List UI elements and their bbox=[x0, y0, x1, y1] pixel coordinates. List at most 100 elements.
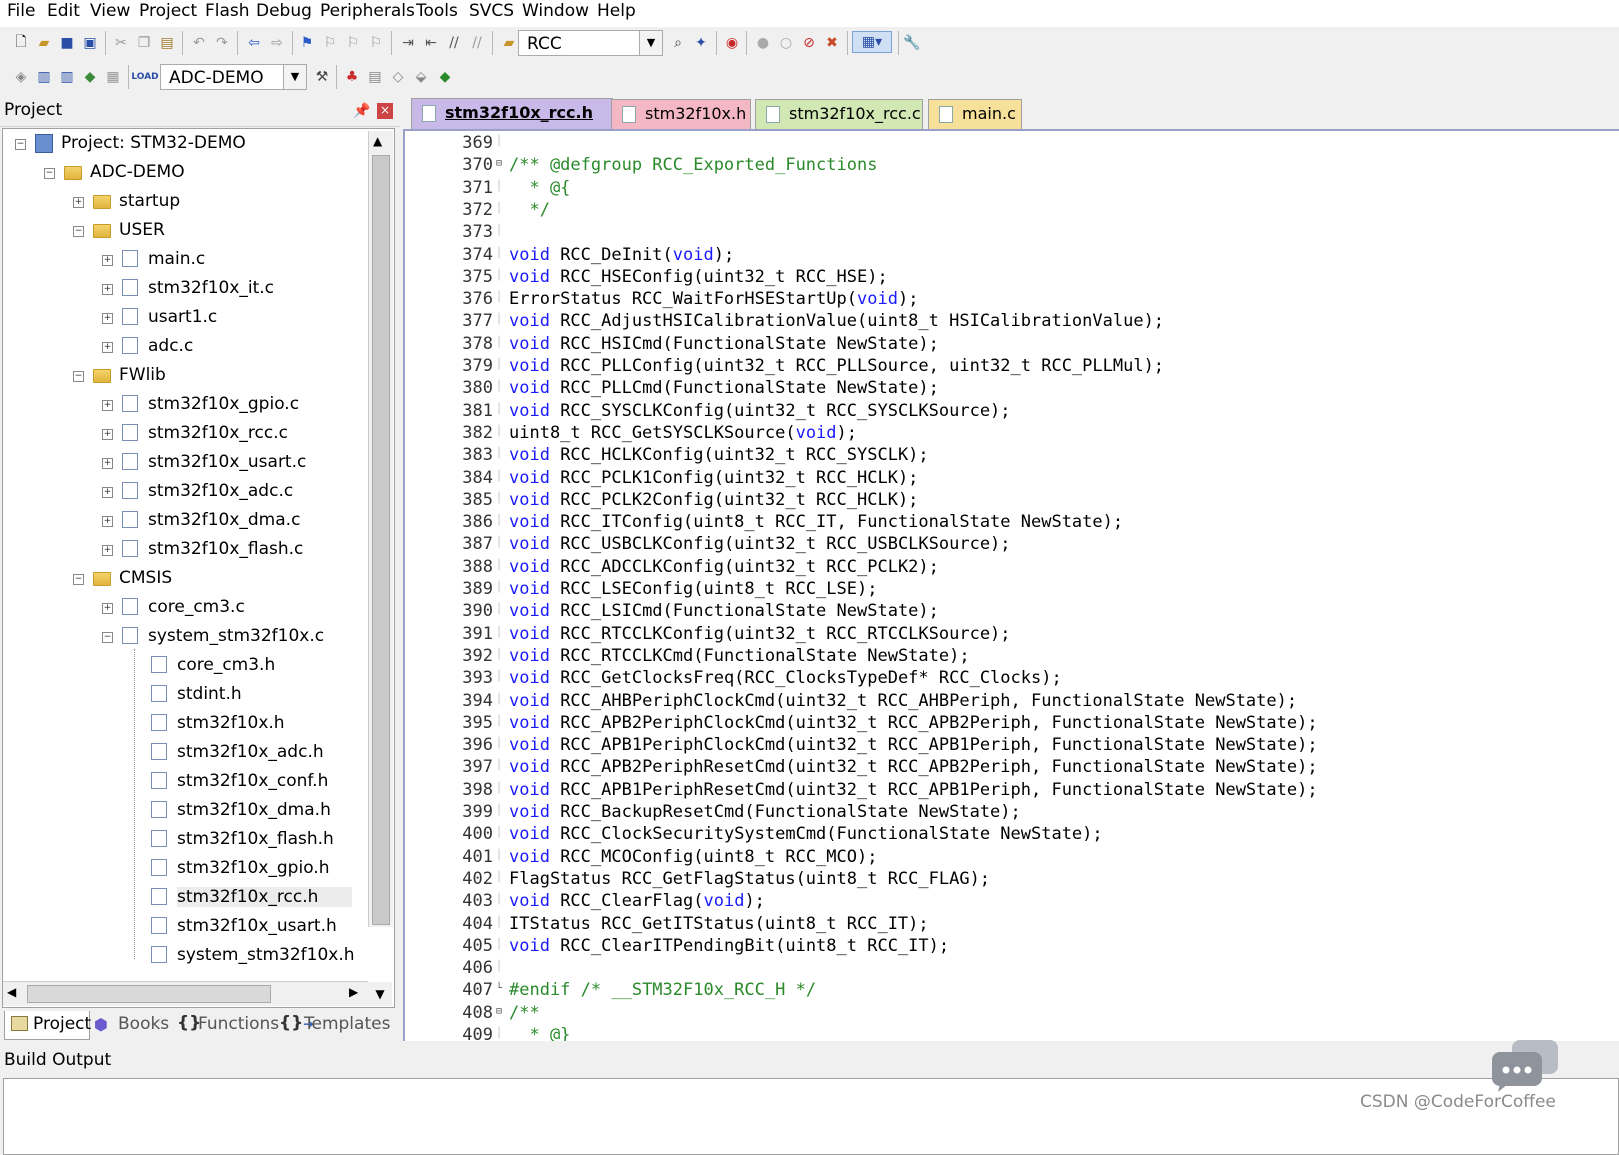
find-icon[interactable]: ⌕ bbox=[667, 32, 689, 54]
scroll-down-icon[interactable]: ▼ bbox=[368, 982, 392, 1006]
tree-item[interactable]: − CMSIS bbox=[3, 565, 373, 594]
chevron-down-icon[interactable]: ▼ bbox=[639, 31, 662, 55]
expand-icon[interactable]: + bbox=[102, 342, 113, 353]
menu-tools[interactable]: Tools bbox=[416, 1, 458, 21]
code-line[interactable]: 390 │ void RCC_LSICmd(FunctionalState NewS… bbox=[405, 601, 1619, 623]
tree-item[interactable]: − system_stm32f10x.c bbox=[3, 623, 373, 652]
bookmark-icon[interactable]: ⚑ bbox=[296, 32, 318, 54]
enable-breakpoint-icon[interactable]: ○ bbox=[775, 32, 797, 54]
download-icon[interactable]: LOAD bbox=[131, 66, 158, 88]
code-line[interactable]: 380 │ void RCC_PLLCmd(FunctionalState NewS… bbox=[405, 378, 1619, 400]
menu-help[interactable]: Help bbox=[597, 1, 636, 21]
editor-tab[interactable]: stm32f10x_rcc.c bbox=[755, 99, 923, 129]
save-icon[interactable]: ■ bbox=[56, 32, 78, 54]
window-layout-icon[interactable]: ▦▾ bbox=[852, 31, 892, 53]
code-line[interactable]: 409 │ * @} bbox=[405, 1025, 1619, 1041]
code-line[interactable]: 395 │ void RCC_APB2PeriphClockCmd(uint32_t… bbox=[405, 713, 1619, 735]
menu-file[interactable]: File bbox=[7, 1, 35, 21]
code-line[interactable]: 388 │ void RCC_ADCCLKConfig(uint32_t RCC_P… bbox=[405, 557, 1619, 579]
tree-item[interactable]: + stm32f10x_gpio.c bbox=[3, 391, 373, 420]
clear-bookmarks-icon[interactable]: ⚐ bbox=[365, 32, 387, 54]
collapse-icon[interactable]: − bbox=[102, 632, 113, 643]
expand-icon[interactable]: + bbox=[102, 603, 113, 614]
chevron-down-icon[interactable]: ▼ bbox=[283, 65, 306, 89]
tree-item[interactable]: stm32f10x_gpio.h bbox=[3, 855, 373, 884]
menu-edit[interactable]: Edit bbox=[47, 1, 80, 21]
menu-svcs[interactable]: SVCS bbox=[469, 1, 514, 21]
expand-icon[interactable]: + bbox=[73, 197, 84, 208]
code-line[interactable]: 406 │ bbox=[405, 958, 1619, 980]
tree-item[interactable]: − ADC-DEMO bbox=[3, 159, 373, 188]
menu-peripherals[interactable]: Peripherals bbox=[320, 1, 415, 21]
code-line[interactable]: 405 │ void RCC_ClearITPendingBit(uint8_t R… bbox=[405, 936, 1619, 958]
tree-item[interactable]: − USER bbox=[3, 217, 373, 246]
select-packs-icon[interactable]: ◇ bbox=[387, 66, 409, 88]
tree-item[interactable]: + stm32f10x_it.c bbox=[3, 275, 373, 304]
collapse-icon[interactable]: − bbox=[73, 574, 84, 585]
redo-icon[interactable]: ↷ bbox=[211, 32, 233, 54]
code-line[interactable]: 373 │ bbox=[405, 222, 1619, 244]
navigate-back-icon[interactable]: ⇦ bbox=[243, 32, 265, 54]
tree-item[interactable]: + stm32f10x_dma.c bbox=[3, 507, 373, 536]
tab-books[interactable]: ⬢ Books bbox=[90, 1011, 172, 1039]
code-line[interactable]: 389 │ void RCC_LSEConfig(uint8_t RCC_LSE); bbox=[405, 579, 1619, 601]
code-line[interactable]: 375 │ void RCC_HSEConfig(uint32_t RCC_HSE)… bbox=[405, 267, 1619, 289]
next-bookmark-icon[interactable]: ⚐ bbox=[342, 32, 364, 54]
insert-breakpoint-icon[interactable]: ● bbox=[752, 32, 774, 54]
tree-item[interactable]: stdint.h bbox=[3, 681, 373, 710]
tree-vertical-scrollbar[interactable]: ▲ bbox=[368, 131, 393, 927]
tree-item[interactable]: + startup bbox=[3, 188, 373, 217]
tab-functions[interactable]: {} Functions bbox=[173, 1011, 279, 1039]
code-line[interactable]: 393 │ void RCC_GetClocksFreq(RCC_ClocksTyp… bbox=[405, 668, 1619, 690]
tree-item[interactable]: core_cm3.h bbox=[3, 652, 373, 681]
manage-components-icon[interactable]: ▤ bbox=[364, 66, 386, 88]
code-line[interactable]: 383 │ void RCC_HCLKConfig(uint32_t RCC_SYS… bbox=[405, 445, 1619, 467]
tree-item[interactable]: stm32f10x_flash.h bbox=[3, 826, 373, 855]
menu-view[interactable]: View bbox=[90, 1, 130, 21]
comment-icon[interactable]: // bbox=[443, 32, 465, 54]
tree-item[interactable]: stm32f10x_rcc.h bbox=[3, 884, 373, 913]
code-line[interactable]: 399 │ void RCC_BackupResetCmd(FunctionalSt… bbox=[405, 802, 1619, 824]
menu-window[interactable]: Window bbox=[522, 1, 589, 21]
unindent-icon[interactable]: ⇤ bbox=[420, 32, 442, 54]
undo-icon[interactable]: ↶ bbox=[188, 32, 210, 54]
indent-icon[interactable]: ⇥ bbox=[397, 32, 419, 54]
code-editor[interactable]: 369 │ 370 ⊟/** @defgroup RCC_Exported_Funct… bbox=[403, 129, 1619, 1041]
incremental-find-icon[interactable]: ✦ bbox=[690, 32, 712, 54]
code-line[interactable]: 381 │ void RCC_SYSCLKConfig(uint32_t RCC_S… bbox=[405, 401, 1619, 423]
editor-tab[interactable]: stm32f10x_rcc.h bbox=[411, 98, 613, 130]
expand-icon[interactable]: + bbox=[102, 255, 113, 266]
pin-icon[interactable]: 📌 bbox=[353, 103, 370, 119]
collapse-icon[interactable]: − bbox=[73, 226, 84, 237]
batch-build-icon[interactable]: ◆ bbox=[79, 66, 101, 88]
editor-tab[interactable]: stm32f10x.h bbox=[611, 99, 751, 129]
menu-project[interactable]: Project bbox=[139, 1, 197, 21]
build-icon[interactable]: ▥ bbox=[33, 66, 55, 88]
code-line[interactable]: 403 │ void RCC_ClearFlag(void); bbox=[405, 891, 1619, 913]
code-line[interactable]: 376 │ ErrorStatus RCC_WaitForHSEStartUp(vo… bbox=[405, 289, 1619, 311]
uncomment-icon[interactable]: // bbox=[466, 32, 488, 54]
tree-item[interactable]: − FWlib bbox=[3, 362, 373, 391]
scrollbar-thumb[interactable] bbox=[372, 155, 390, 925]
cut-icon[interactable]: ✂ bbox=[110, 32, 132, 54]
tree-item[interactable]: system_stm32f10x.h bbox=[3, 942, 373, 971]
kill-breakpoints-icon[interactable]: ✖ bbox=[821, 32, 843, 54]
navigate-forward-icon[interactable]: ⇨ bbox=[266, 32, 288, 54]
paste-icon[interactable]: ▤ bbox=[156, 32, 178, 54]
disable-breakpoints-icon[interactable]: ⊘ bbox=[798, 32, 820, 54]
scroll-left-icon[interactable]: ◀ bbox=[7, 985, 16, 999]
code-line[interactable]: 372 │ */ bbox=[405, 200, 1619, 222]
code-line[interactable]: 408 ⊟ /** bbox=[405, 1003, 1619, 1025]
scrollbar-thumb[interactable] bbox=[27, 985, 271, 1003]
code-line[interactable]: 392 │ void RCC_RTCCLKCmd(FunctionalState N… bbox=[405, 646, 1619, 668]
code-line[interactable]: 397 │ void RCC_APB2PeriphResetCmd(uint32_t… bbox=[405, 757, 1619, 779]
code-line[interactable]: 402 │ FlagStatus RCC_GetFlagStatus(uint8_t… bbox=[405, 869, 1619, 891]
save-all-icon[interactable]: ▣ bbox=[79, 32, 101, 54]
target-options-icon[interactable]: ⚒ bbox=[311, 66, 333, 88]
tree-item[interactable]: stm32f10x_dma.h bbox=[3, 797, 373, 826]
scroll-right-icon[interactable]: ▶ bbox=[349, 985, 358, 999]
fold-collapse-icon[interactable]: ⊟ bbox=[496, 159, 505, 170]
code-line[interactable]: 404 │ ITStatus RCC_GetITStatus(uint8_t RCC… bbox=[405, 914, 1619, 936]
code-line[interactable]: 400 │ void RCC_ClockSecuritySystemCmd(Func… bbox=[405, 824, 1619, 846]
expand-icon[interactable]: + bbox=[102, 545, 113, 556]
